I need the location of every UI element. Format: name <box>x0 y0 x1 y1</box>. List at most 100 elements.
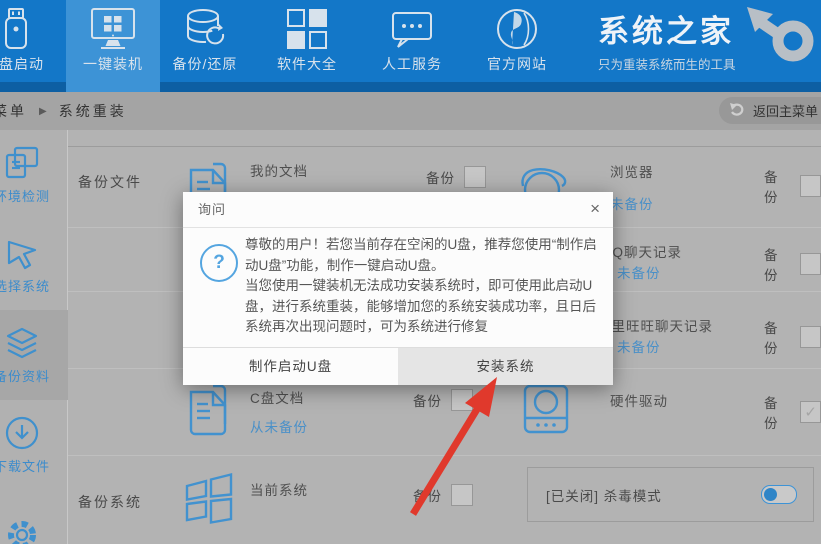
antivirus-label: [已关闭] 杀毒模式 <box>546 485 761 505</box>
tab-usb-boot[interactable]: U盘启动 <box>0 0 63 92</box>
brand-title: 系统之家 <box>598 6 736 51</box>
back-to-main-button[interactable]: 返回主菜单 <box>719 97 821 124</box>
backup-label: 备份 <box>413 485 442 505</box>
globe-icon <box>494 7 540 51</box>
item-title: C盘文档 <box>250 387 304 407</box>
breadcrumb: 主菜单 ▶ 系统重装 <box>0 92 127 130</box>
windows-icon <box>183 470 235 528</box>
dialog-message-line: 尊敬的用户！若您当前存在空闲的U盘，推荐您使用“制作启动U盘”功能，制作一键启动… <box>245 235 605 276</box>
close-icon[interactable]: × <box>590 200 600 217</box>
row-divider <box>68 455 821 456</box>
backup-checkbox[interactable] <box>800 175 821 197</box>
chat-bubble-icon <box>389 7 435 51</box>
sidebar-item-label: 环境检测 <box>0 186 50 205</box>
antivirus-toggle[interactable] <box>761 485 797 504</box>
monitor-icon <box>90 7 136 51</box>
dialog-header: 询问 × <box>183 192 613 228</box>
back-button-label: 返回主菜单 <box>753 101 818 120</box>
backup-checkbox[interactable] <box>800 253 821 275</box>
backup-action: 备份 <box>764 244 821 284</box>
backup-checkbox-checked[interactable] <box>800 401 821 423</box>
brand-logo-icon <box>743 4 821 66</box>
backup-label: 备份 <box>426 167 455 187</box>
brand-tagline: 只为重装系统而生的工具 <box>598 54 736 73</box>
apps-grid-icon <box>284 7 330 51</box>
backup-action: 备份 <box>764 392 821 432</box>
document-icon <box>183 382 233 438</box>
item-title: 我的文档 <box>250 160 308 180</box>
antivirus-mode-box: [已关闭] 杀毒模式 <box>527 467 814 522</box>
backup-status-link[interactable]: 未备份 <box>610 193 654 213</box>
tab-label: 一键装机 <box>83 54 143 74</box>
hardware-drive-icon <box>523 384 569 434</box>
env-detect-icon <box>4 145 40 181</box>
backup-checkbox[interactable] <box>451 389 473 411</box>
tab-one-key-install[interactable]: 一键装机 <box>66 0 160 92</box>
dialog-message-line: 当您使用一键装机无法成功安装系统时，即可使用此启动U盘，进行系统重装，能够增加您… <box>245 276 605 338</box>
app-window: U盘启动 一键装机 <box>0 0 821 544</box>
toggle-knob <box>764 488 777 501</box>
tab-backup-restore[interactable]: 备份/还原 <box>158 0 252 92</box>
backup-action: 备份 <box>426 166 486 188</box>
tab-software[interactable]: 软件大全 <box>260 0 354 92</box>
backup-label: 备份 <box>764 392 791 432</box>
item-title: 当前系统 <box>250 479 308 499</box>
install-system-button[interactable]: 安装系统 <box>398 348 613 385</box>
backup-checkbox[interactable] <box>464 166 486 188</box>
tab-label: U盘启动 <box>0 54 44 74</box>
backup-action: 备份 <box>413 484 473 506</box>
item-title: 浏览器 <box>610 161 654 181</box>
section-backup-system: 备份系统 <box>78 492 142 512</box>
sidebar-item-label: 下载文件 <box>0 456 50 475</box>
make-boot-usb-button[interactable]: 制作启动U盘 <box>183 348 398 385</box>
backup-checkbox[interactable] <box>800 326 821 348</box>
brand: 系统之家 只为重装系统而生的工具 <box>598 6 736 73</box>
sidebar-item-label: 选择系统 <box>0 276 50 295</box>
back-arrow-icon <box>729 103 746 118</box>
layers-icon <box>4 325 40 361</box>
inquiry-dialog: 询问 × ? 尊敬的用户！若您当前存在空闲的U盘，推荐您使用“制作启动U盘”功能… <box>183 192 613 385</box>
dialog-footer: 制作启动U盘 安装系统 <box>183 347 613 385</box>
backup-action: 备份 <box>764 317 821 357</box>
section-backup-files: 备份文件 <box>78 172 142 192</box>
breadcrumb-bar: 主菜单 ▶ 系统重装 返回主菜单 <box>0 92 821 130</box>
gear-icon <box>4 515 40 544</box>
sidebar-item-label: 备份资料 <box>0 366 50 385</box>
breadcrumb-root[interactable]: 主菜单 <box>0 101 27 121</box>
tab-service[interactable]: 人工服务 <box>365 0 459 92</box>
item-title: 阿里旺旺聊天记录 <box>597 315 713 335</box>
question-mark-icon: ? <box>200 244 238 282</box>
backup-label: 备份 <box>764 317 791 357</box>
backup-status-link[interactable]: 从未备份 <box>250 416 308 436</box>
dialog-body: ? 尊敬的用户！若您当前存在空闲的U盘，推荐您使用“制作启动U盘”功能，制作一键… <box>183 228 613 348</box>
item-title: QQ聊天记录 <box>601 241 682 261</box>
backup-checkbox[interactable] <box>451 484 473 506</box>
item-title: 硬件驱动 <box>610 390 668 410</box>
top-nav: U盘启动 一键装机 <box>0 0 821 92</box>
backup-action: 备份 <box>764 166 821 206</box>
backup-label: 备份 <box>764 244 791 284</box>
backup-action: 备份 <box>413 389 473 411</box>
steps-sidebar: 环境检测 选择系统 备份资料 <box>0 130 68 544</box>
backup-label: 备份 <box>764 166 791 206</box>
download-icon <box>4 415 40 451</box>
backup-label: 备份 <box>413 390 442 410</box>
tab-label: 人工服务 <box>382 54 442 74</box>
tab-label: 官方网站 <box>487 54 547 74</box>
database-icon <box>182 7 228 51</box>
backup-status-link[interactable]: 未备份 <box>617 262 661 282</box>
sidebar-item-backup-data[interactable]: 备份资料 <box>0 310 68 400</box>
row-divider <box>68 146 821 147</box>
tab-website[interactable]: 官方网站 <box>470 0 564 92</box>
dialog-message: 尊敬的用户！若您当前存在空闲的U盘，推荐您使用“制作启动U盘”功能，制作一键启动… <box>245 235 605 338</box>
sidebar-item-env-detect[interactable]: 环境检测 <box>0 130 68 220</box>
sidebar-item-install[interactable] <box>0 490 68 544</box>
cursor-icon <box>4 235 40 271</box>
tab-label: 软件大全 <box>277 54 337 74</box>
sidebar-item-select-system[interactable]: 选择系统 <box>0 220 68 310</box>
tab-label: 备份/还原 <box>173 54 238 74</box>
backup-status-link[interactable]: 未备份 <box>617 336 661 356</box>
breadcrumb-current: 系统重装 <box>59 101 127 121</box>
dialog-title: 询问 <box>198 192 226 227</box>
sidebar-item-download-file[interactable]: 下载文件 <box>0 400 68 490</box>
